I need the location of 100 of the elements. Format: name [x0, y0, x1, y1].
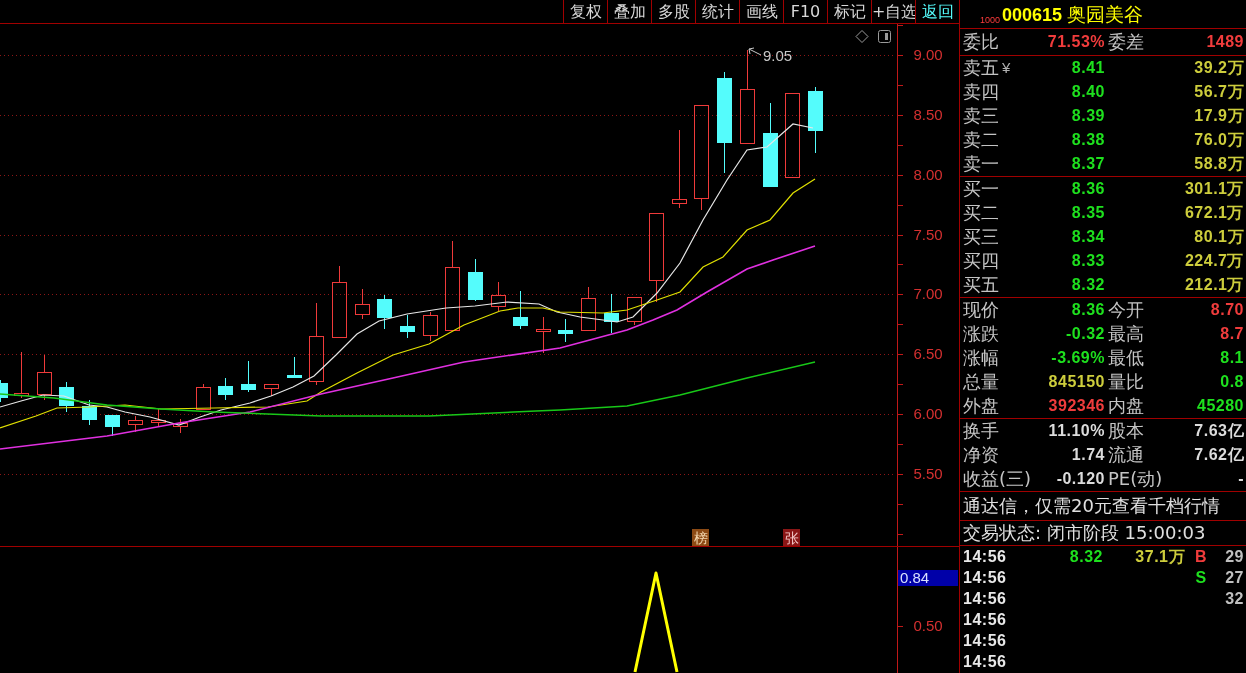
field-label: 股本 — [1107, 420, 1144, 442]
axis-label: 8.00 — [913, 166, 943, 183]
order-volume: 58.8万 — [1194, 154, 1244, 174]
field-label: 换手 — [963, 420, 999, 442]
order-volume: 80.1万 — [1194, 227, 1244, 247]
tick-volume: 37.1万 — [1135, 546, 1185, 567]
tick-time: 14:56 — [963, 630, 1007, 651]
order-level-label: 买二 — [963, 202, 999, 224]
field-value: 0.8 — [1220, 372, 1244, 392]
order-price: 8.40 — [1071, 82, 1105, 102]
stock-name: 奥园美谷 — [1067, 3, 1144, 25]
candle — [581, 286, 596, 331]
order-price: 8.37 — [1071, 154, 1105, 174]
order-volume: 39.2万 — [1194, 58, 1244, 78]
order-price: 8.38 — [1071, 130, 1105, 150]
tick-count: 32 — [1225, 588, 1244, 609]
order-price: 8.35 — [1071, 203, 1105, 223]
field-label: 流通 — [1107, 444, 1144, 466]
axis-label: 0.50 — [913, 617, 943, 634]
field-value: 45280 — [1197, 396, 1244, 416]
candle — [173, 418, 188, 434]
tick-time: 14:56 — [963, 651, 1007, 672]
candle — [468, 258, 483, 302]
market-prefix: 1000 — [980, 15, 1001, 25]
order-level-label: 买一 — [963, 178, 999, 200]
order-volume: 76.0万 — [1194, 130, 1244, 150]
candle — [536, 316, 551, 354]
candle — [241, 360, 256, 393]
order-level-label: 买四 — [963, 250, 999, 272]
order-price: 8.36 — [1071, 179, 1105, 199]
candle — [82, 399, 97, 426]
tick-time: 14:56 — [963, 567, 1007, 588]
window-icon[interactable] — [878, 30, 891, 43]
field-value: 8.7 — [1220, 324, 1244, 344]
tick-side: S — [1195, 567, 1207, 588]
axis-label: 6.50 — [913, 345, 943, 362]
candle — [491, 281, 506, 312]
field-label: 涨跌 — [963, 323, 999, 345]
order-level-label: 买五 — [963, 274, 999, 296]
candle — [0, 379, 8, 403]
field-label: 外盘 — [963, 395, 999, 417]
field-label: 量比 — [1107, 371, 1144, 393]
order-level-label: 买三 — [963, 226, 999, 248]
field-label: 今开 — [1107, 299, 1144, 321]
field-label: 内盘 — [1107, 395, 1144, 417]
field-label: PE(动) — [1107, 468, 1163, 490]
field-value: 11.10% — [1048, 421, 1105, 441]
candle — [604, 293, 619, 334]
field-label: 现价 — [963, 299, 999, 321]
field-value: -3.69% — [1051, 348, 1105, 368]
order-price: 8.41 — [1071, 58, 1105, 78]
field-value: 1489 — [1206, 32, 1244, 52]
field-value: 845150 — [1048, 372, 1105, 392]
axis-label: 7.50 — [913, 226, 943, 243]
candle — [105, 414, 120, 437]
promo-notice: 通达信，仅需20元查看千档行情 — [963, 495, 1220, 517]
field-value: -0.32 — [1066, 324, 1105, 344]
axis-label: 9.00 — [913, 46, 943, 63]
trade-status: 交易状态: 闭市阶段 15:00:03 — [963, 522, 1206, 544]
candle — [37, 354, 52, 401]
candle — [808, 86, 823, 154]
order-price: 8.32 — [1071, 275, 1105, 295]
order-volume: 56.7万 — [1194, 82, 1244, 102]
field-label: 最高 — [1107, 323, 1144, 345]
field-value: 8.36 — [1071, 300, 1105, 320]
tick-price: 8.32 — [1069, 546, 1103, 567]
candle — [287, 356, 302, 379]
axis-label: 7.00 — [913, 285, 943, 302]
candle — [151, 408, 166, 427]
tick-time: 14:56 — [963, 588, 1007, 609]
order-price: 8.33 — [1071, 251, 1105, 271]
axis-label: 5.50 — [913, 465, 943, 482]
current-value-label: 0.84 — [898, 569, 958, 586]
order-level-label: 卖一 — [963, 153, 999, 175]
candle — [513, 290, 528, 330]
order-volume: 212.1万 — [1184, 275, 1244, 295]
field-value: - — [1238, 469, 1244, 489]
field-value: 7.62亿 — [1194, 445, 1244, 465]
candle — [627, 297, 642, 326]
axis-label: 8.50 — [913, 106, 943, 123]
tick-time: 14:56 — [963, 546, 1007, 567]
candle — [355, 288, 370, 320]
candle — [377, 294, 392, 330]
peak-pointer — [748, 47, 762, 56]
field-value: 1.74 — [1071, 445, 1105, 465]
field-value: 7.63亿 — [1194, 421, 1244, 441]
order-level-label: 卖三 — [963, 105, 999, 127]
field-value: 8.70 — [1210, 300, 1244, 320]
order-price: 8.34 — [1071, 227, 1105, 247]
field-value: 392346 — [1048, 396, 1105, 416]
candle — [558, 318, 573, 343]
field-label: 收益(三) — [963, 468, 1032, 490]
field-label: 委比 — [963, 31, 999, 53]
candle — [59, 381, 74, 413]
tick-count: 27 — [1225, 567, 1244, 588]
field-label: 最低 — [1107, 347, 1144, 369]
axis-label: 6.00 — [913, 405, 943, 422]
field-label: 委差 — [1107, 31, 1144, 53]
field-value: 71.53% — [1047, 32, 1105, 52]
candle — [218, 377, 233, 401]
